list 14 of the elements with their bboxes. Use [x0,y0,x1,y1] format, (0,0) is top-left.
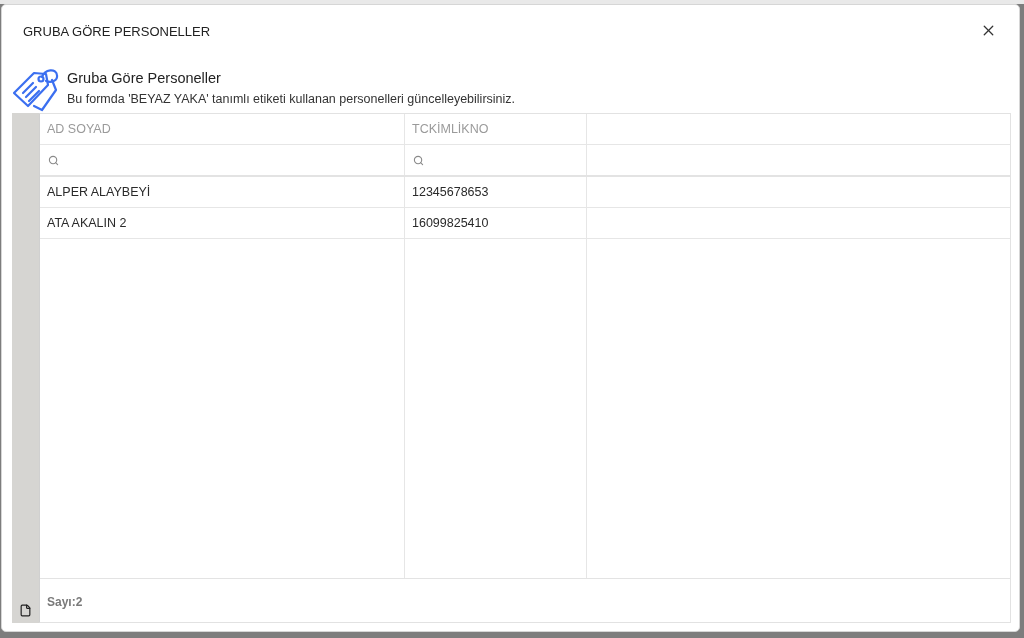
table-cell: ALPER ALAYBEYİ [40,177,405,207]
search-icon [48,154,59,166]
column-header[interactable]: AD SOYAD [40,114,405,144]
table-cell: 16099825410 [405,208,587,238]
dialog-title: GRUBA GÖRE PERSONELLER [23,22,211,41]
table-cell: 12345678653 [405,177,587,207]
section-title: Gruba Göre Personeller [67,69,222,88]
table-cell: ATA AKALIN 2 [40,208,405,238]
section-description: Bu formda 'BEYAZ YAKA' tanımlı etiketi kullanan personelleri güncelleyebilirsiniz. [67,91,516,108]
tag-icon [12,66,60,112]
column-header[interactable]: TCKİMLİKNO [405,114,587,144]
row-count: Sayı:2 [47,593,83,611]
document-icon[interactable] [19,604,32,617]
search-icon [413,154,424,166]
